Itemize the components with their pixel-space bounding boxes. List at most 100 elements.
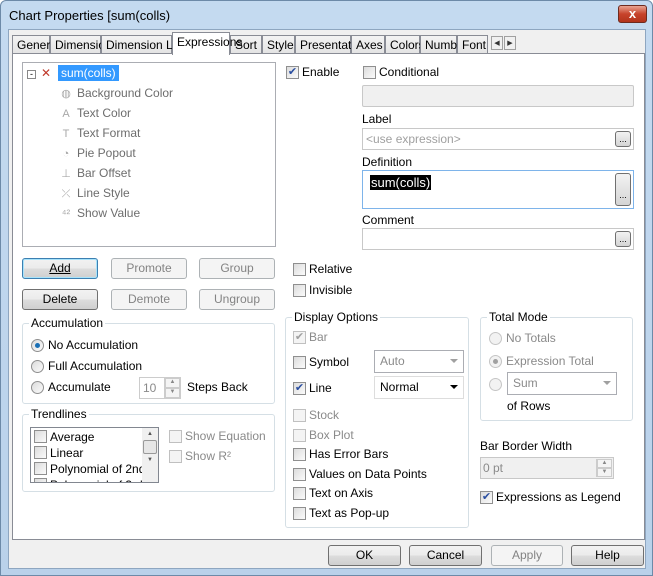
delete-button[interactable]: Delete <box>22 289 98 310</box>
promote-button[interactable]: Promote <box>111 258 187 279</box>
conditional-checkbox[interactable] <box>363 66 376 79</box>
tree-item-text-format[interactable]: T Text Format <box>59 126 141 140</box>
tab-expressions[interactable]: Expressions <box>172 32 242 55</box>
trendlines-list[interactable]: Average Linear Polynomial of 2nd d Polynomi… <box>30 427 159 483</box>
invisible-checkbox[interactable] <box>293 284 306 297</box>
values-on-data-points-label: Values on Data Points <box>309 467 427 481</box>
scroll-up-icon[interactable]: ▲ <box>142 431 158 437</box>
definition-ellipsis-button[interactable]: ... <box>615 173 631 206</box>
trendline-item[interactable]: Polynomial of 3rd d <box>34 478 153 482</box>
text-on-axis-checkbox[interactable] <box>293 487 306 500</box>
group-button[interactable]: Group <box>199 258 275 279</box>
demote-button[interactable]: Demote <box>111 289 187 310</box>
tab-number[interactable]: Number <box>420 35 468 54</box>
box-plot-label: Box Plot <box>309 428 354 442</box>
ok-button[interactable]: OK <box>328 545 401 566</box>
help-button[interactable]: Help <box>571 545 644 566</box>
tab-axes[interactable]: Axes <box>351 35 385 54</box>
trendline-item[interactable]: Polynomial of 2nd d <box>34 462 155 476</box>
comment-input[interactable]: ... <box>362 228 634 250</box>
stock-label: Stock <box>309 408 340 422</box>
values-on-data-points-checkbox[interactable] <box>293 468 306 481</box>
tab-scroll-right-icon[interactable]: ▶ <box>504 36 516 50</box>
scroll-down-icon[interactable]: ▼ <box>142 457 158 463</box>
tab-scroll-left-icon[interactable]: ◀ <box>491 36 503 50</box>
line-checkbox[interactable]: ✔ <box>293 382 306 395</box>
spin-up-icon[interactable]: ▲ <box>597 459 612 468</box>
steps-back-label: Steps Back <box>187 380 248 394</box>
tree-item-background-color[interactable]: ◍ Background Color <box>59 86 173 100</box>
bar-border-width-input[interactable]: 0 pt ▲ ▼ <box>480 457 614 479</box>
trendline-label: Average <box>50 430 95 444</box>
expression-tree[interactable]: - ✕ sum(colls) ◍ Background Color A Text Co… <box>22 62 276 247</box>
symbol-label: Symbol <box>309 355 350 369</box>
bar-checkbox[interactable]: ✔ <box>293 331 306 344</box>
conditional-input[interactable] <box>362 85 634 107</box>
tree-item-line-style[interactable]: ⤫ Line Style <box>59 186 130 201</box>
display-options-group: Display Options ✔ Bar Symbol Auto ✔ Line… <box>285 310 469 528</box>
comment-ellipsis-button[interactable]: ... <box>615 231 631 247</box>
tree-item-pie-popout[interactable]: ◔ Pie Popout <box>59 146 136 160</box>
stock-checkbox[interactable] <box>293 409 306 422</box>
has-error-bars-checkbox[interactable] <box>293 448 306 461</box>
spin-up-icon[interactable]: ▲ <box>165 378 180 388</box>
relative-checkbox[interactable] <box>293 263 306 276</box>
line-style-select[interactable]: Normal <box>374 376 464 399</box>
label-input[interactable]: <use expression> ... <box>362 128 634 150</box>
tree-item-label: Bar Offset <box>77 166 131 180</box>
trendline-checkbox[interactable] <box>34 478 47 482</box>
label-ellipsis-button[interactable]: ... <box>615 131 631 147</box>
trendlines-title: Trendlines <box>29 407 89 421</box>
enable-checkbox[interactable]: ✔ <box>286 66 299 79</box>
full-accumulation-radio[interactable] <box>31 360 44 373</box>
show-equation-checkbox[interactable] <box>169 430 182 443</box>
text-as-popup-checkbox[interactable] <box>293 507 306 520</box>
tab-colors[interactable]: Colors <box>385 35 425 54</box>
text-format-icon: T <box>62 128 70 140</box>
total-mode-group: Total Mode No Totals Expression Total Su… <box>480 310 633 421</box>
spin-down-icon[interactable]: ▼ <box>597 468 612 477</box>
display-options-title: Display Options <box>292 310 381 324</box>
tab-presentation[interactable]: Presentation <box>295 35 367 54</box>
total-function-select[interactable]: Sum <box>507 372 617 395</box>
expressions-as-legend-checkbox[interactable]: ✔ <box>480 491 493 504</box>
box-plot-checkbox[interactable] <box>293 429 306 442</box>
no-accumulation-radio[interactable] <box>31 339 44 352</box>
scroll-thumb[interactable] <box>143 440 157 454</box>
tab-general[interactable]: General <box>12 35 60 54</box>
tab-dimension-limits[interactable]: Dimension Limits <box>101 35 197 54</box>
apply-button[interactable]: Apply <box>491 545 563 566</box>
steps-value: 10 <box>143 381 157 395</box>
tree-item-text-color[interactable]: A Text Color <box>59 106 131 120</box>
tree-item-show-value[interactable]: ⁴² Show Value <box>59 206 140 220</box>
tab-dimensions[interactable]: Dimensions <box>50 35 118 54</box>
close-button[interactable]: x <box>618 5 647 23</box>
symbol-checkbox[interactable] <box>293 356 306 369</box>
spin-down-icon[interactable]: ▼ <box>165 388 180 398</box>
trendline-checkbox[interactable] <box>34 446 47 459</box>
show-r2-checkbox[interactable] <box>169 450 182 463</box>
ungroup-button[interactable]: Ungroup <box>199 289 275 310</box>
no-totals-radio[interactable] <box>489 332 502 345</box>
accumulate-label: Accumulate <box>48 380 111 394</box>
trendline-item[interactable]: Average <box>34 430 94 444</box>
tab-style[interactable]: Style <box>262 35 295 54</box>
cancel-button[interactable]: Cancel <box>409 545 482 566</box>
tree-item-bar-offset[interactable]: ⊥ Bar Offset <box>59 166 131 180</box>
dialog-client: General Dimensions Dimension Limits Express… <box>8 29 646 569</box>
trendline-item[interactable]: Linear <box>34 446 83 460</box>
expression-total-radio[interactable] <box>489 355 502 368</box>
symbol-select[interactable]: Auto <box>374 350 464 373</box>
trendline-checkbox[interactable] <box>34 462 47 475</box>
trendline-checkbox[interactable] <box>34 430 47 443</box>
tab-font[interactable]: Font <box>457 35 488 54</box>
add-button[interactable]: Add <box>22 258 98 279</box>
definition-input[interactable]: sum(colls) ... <box>362 170 634 209</box>
definition-value: sum(colls) <box>370 175 432 190</box>
function-total-radio[interactable] <box>489 378 502 391</box>
trendlines-scrollbar[interactable]: ▲ ▼ <box>142 428 158 482</box>
collapse-icon[interactable]: - <box>27 70 36 79</box>
tree-item-expression[interactable]: sum(colls) <box>58 65 119 81</box>
steps-back-stepper[interactable]: 10 ▲ ▼ <box>139 377 181 399</box>
accumulate-radio[interactable] <box>31 381 44 394</box>
